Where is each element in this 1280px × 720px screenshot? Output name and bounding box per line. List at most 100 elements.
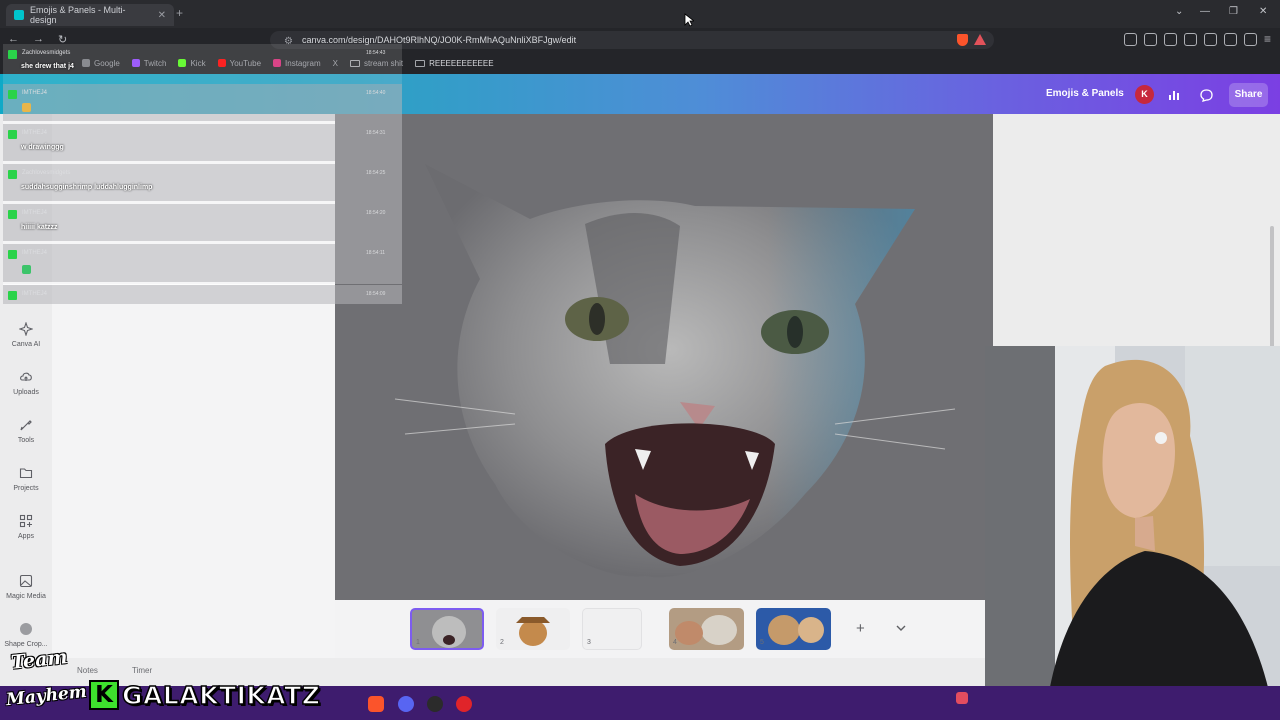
kick-logo-icon [8,90,17,99]
rail-label: Canva AI [11,341,41,348]
kick-logo-icon [8,130,17,139]
page-thumb-5[interactable] [756,608,831,650]
page-thumb-4[interactable] [669,608,744,650]
emote-icon [22,103,31,112]
chat-timestamp: 18:54:25 [366,170,386,176]
page-number: 5 [760,639,764,646]
magic-media-icon [19,574,33,588]
kick-logo-icon [8,170,17,179]
canva-ai-icon [19,322,33,336]
kick-k-logo-icon: K [89,680,119,710]
notes-button[interactable]: Notes [77,666,98,675]
chat-timestamp: 18:54:20 [366,210,386,216]
apps-icon [19,514,33,528]
page-number: 1 [416,639,420,646]
chat-username: IMTHEJ4 [22,210,48,216]
chat-text: suddahsugginshrimp luddahlugginlimp [21,184,153,191]
record-taskbar-icon[interactable] [456,696,472,712]
chat-timestamp: 18:54:31 [366,130,386,136]
maximize-icon[interactable]: ❐ [1229,6,1238,17]
chat-username: IMTHEJ4 [22,130,48,136]
tab-close-icon[interactable]: ✕ [158,10,166,21]
rail-item-canva-ai[interactable]: Canva AI [0,322,52,348]
rail-label: Tools [17,437,35,444]
channel-name: GALAKTIKATZ [121,680,321,711]
rail-label: Magic Media [6,593,46,600]
minimize-icon[interactable]: — [1200,6,1210,17]
obs-taskbar-icon[interactable] [427,696,443,712]
chat-message [3,84,402,124]
chat-timestamp: 18:54:40 [366,90,386,96]
page-thumb-3[interactable] [582,608,642,650]
close-window-icon[interactable]: ✕ [1259,6,1267,17]
vertical-scrollbar[interactable] [1270,226,1274,356]
brave-taskbar-icon[interactable] [368,696,384,712]
notification-icon[interactable] [956,692,968,704]
chat-username: Zachlovesmidgets [22,170,71,176]
comments-button[interactable] [1195,84,1217,106]
extension-icon[interactable] [1124,33,1137,46]
shape-crop-icon [20,623,32,635]
tab-search-chevron-icon[interactable]: ⌄ [1175,6,1183,17]
rail-item-tools[interactable]: Tools [0,418,52,444]
kick-logo-icon [8,50,17,59]
screen: Emojis & Panels - Multi-design ✕ + ⌄ — ❐… [0,0,1280,720]
chat-message [3,285,402,304]
bar-chart-icon [1169,91,1179,100]
rail-label: Shape Crop... [4,641,48,648]
sidebar-icon[interactable] [1184,33,1197,46]
chat-username: Zachlovesmidgets [22,50,71,56]
timer-button[interactable]: Timer [132,666,152,675]
mouse-cursor-icon [684,13,694,27]
brave-rewards-icon[interactable] [974,34,986,45]
projects-icon [19,468,33,479]
chat-message [3,244,402,284]
rail-label: Apps [18,533,34,540]
extension-icons: ≡ [1124,33,1271,46]
rail-label: Projects [13,485,39,492]
rail-item-magic-media[interactable]: Magic Media [0,574,52,600]
design-name[interactable]: Emojis & Panels [1046,88,1124,99]
chat-timestamp: 18:54:43 [366,50,386,56]
tools-icon [20,420,32,431]
rail-item-apps[interactable]: Apps [0,514,52,540]
page-thumb-2[interactable] [496,608,570,650]
discord-taskbar-icon[interactable] [398,696,414,712]
canva-right-area [993,114,1280,346]
add-page-icon[interactable]: + [856,620,865,637]
chat-timestamp: 18:54:11 [366,250,386,256]
chevron-down-icon[interactable] [896,624,906,632]
comment-icon [1199,88,1213,102]
rail-item-uploads[interactable]: Uploads [0,370,52,396]
rail-item-shape-crop[interactable]: Shape Crop... [0,622,52,648]
cat-blue-thumb-icon [768,615,824,645]
page-number: 2 [500,639,504,646]
browser-tab-canva[interactable]: Emojis & Panels - Multi-design ✕ [6,4,174,26]
tab-title: Emojis & Panels - Multi-design [30,5,126,25]
chat-username: IMTHEJ4 [22,90,48,96]
menu-icon[interactable]: ≡ [1264,33,1271,46]
page-thumb-1[interactable] [410,608,484,650]
chat-text: w drawinggg [21,144,64,151]
wallet-icon[interactable] [1204,33,1217,46]
cat-image[interactable] [335,114,993,600]
new-tab-icon[interactable]: + [176,6,183,20]
avatar[interactable]: K [1135,85,1154,104]
puzzle-icon[interactable] [1144,33,1157,46]
chat-text: hiiiii katzzz [21,224,58,231]
kick-logo-icon [8,250,17,259]
shield-icon[interactable] [1244,33,1257,46]
rail-item-projects[interactable]: Projects [0,466,52,492]
cats-photo-thumb-icon [675,615,737,645]
folder-icon [415,59,426,67]
share-button[interactable]: Share [1229,83,1268,107]
brave-shields-icon[interactable] [957,34,968,46]
bookmark-folder-reee[interactable]: REEEEEEEEEEE [415,59,494,68]
streamer-webcam-image [985,346,1280,720]
canvas-workspace[interactable] [335,114,993,600]
leo-icon[interactable] [1224,33,1237,46]
uploads-icon [20,372,32,381]
insights-button[interactable] [1163,84,1185,106]
chat-username: IMTHEJ4 [22,291,48,297]
download-icon[interactable] [1164,33,1177,46]
